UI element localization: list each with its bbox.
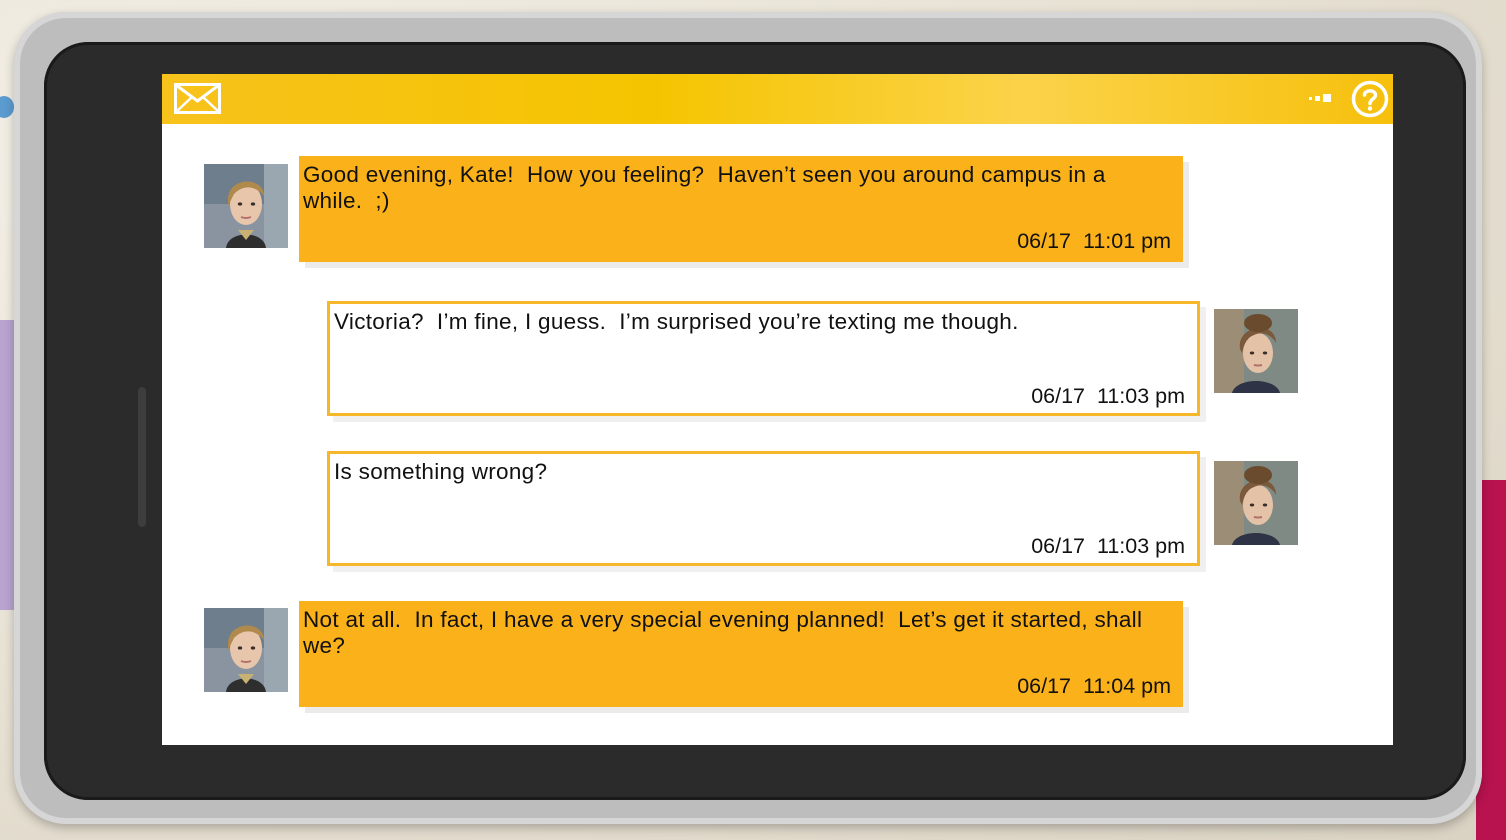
phone-side-button [138,387,146,527]
message-text: Not at all. In fact, I have a very speci… [303,607,1149,658]
avatar-victoria [204,164,288,248]
kate-portrait-icon [1214,309,1298,393]
avatar-victoria [204,608,288,692]
message-timestamp: 06/17 11:01 pm [1017,229,1171,253]
message-bubble-sent: Victoria? I’m fine, I guess. I’m surpris… [327,301,1200,416]
victoria-portrait-icon [204,608,288,692]
message-bubble-received: Not at all. In fact, I have a very speci… [299,601,1183,707]
message-timestamp: 06/17 11:03 pm [1031,534,1185,558]
message-text: Good evening, Kate! How you feeling? Hav… [303,162,1113,213]
avatar-kate [1214,461,1298,545]
messages-header [162,74,1393,124]
message-timestamp: 06/17 11:04 pm [1017,674,1171,698]
message-timestamp: 06/17 11:03 pm [1031,384,1185,408]
victoria-portrait-icon [204,164,288,248]
envelope-icon[interactable] [174,83,221,114]
message-bubble-sent: Is something wrong? 06/17 11:03 pm [327,451,1200,566]
messages-screen: Good evening, Kate! How you feeling? Hav… [162,74,1393,745]
avatar-kate [1214,309,1298,393]
message-bubble-received: Good evening, Kate! How you feeling? Hav… [299,156,1183,262]
signal-dots-icon [1309,94,1331,102]
message-text: Is something wrong? [334,459,548,484]
message-text: Victoria? I’m fine, I guess. I’m surpris… [334,309,1019,334]
question-mark-icon[interactable] [1351,80,1389,118]
kate-portrait-icon [1214,461,1298,545]
